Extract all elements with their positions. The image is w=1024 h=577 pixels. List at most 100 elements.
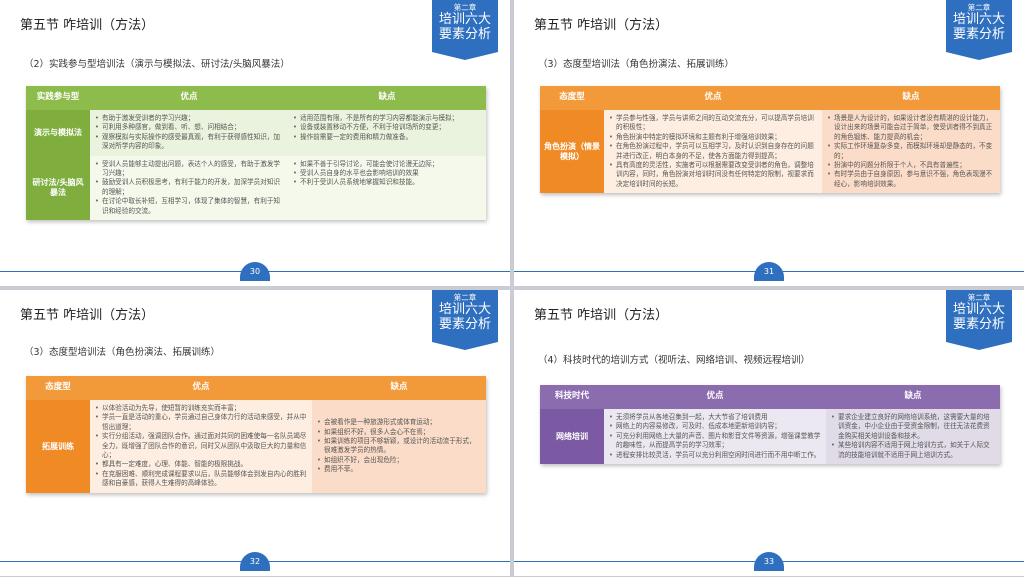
slide-33[interactable]: 第五节 咋培训（方法） 第二章 培训六大 要素分析 （4）科技时代的培训方式（视… bbox=[514, 290, 1024, 576]
pros-cell: 无须将学员从各地召集到一起，大大节省了培训费用 网络上的内容易修改，可及时、低成… bbox=[604, 409, 826, 465]
slide-subtitle: （3）态度型培训法（角色扮演法、拓展训练） bbox=[24, 347, 221, 358]
list-item: 在克服困难、顺利完成课程要求以后，队员能够体会到发自内心的胜利感和自豪感，获得人… bbox=[95, 470, 307, 489]
badge-line2: 要素分析 bbox=[438, 27, 491, 42]
cons-cell: 适用范围有限，不是所有的学习内容都能演示与模拟； 设备或装置移动不方便，不利于培… bbox=[288, 110, 486, 156]
header-category: 实践参与型 bbox=[26, 86, 90, 110]
list-item: 进程安排比较灵活，学员可以充分利用空闲时间进行而不用中断工作。 bbox=[609, 451, 821, 461]
header-pros: 优点 bbox=[90, 376, 312, 400]
page-number: 31 bbox=[754, 262, 784, 281]
pros-cell: 受训人员能够主动提出问题，表达个人的感受，有助于激发学习兴趣； 鼓励受训人员积极… bbox=[90, 155, 288, 221]
header-pros: 优点 bbox=[90, 86, 288, 110]
comparison-table: 态度型 优点 缺点 拓展训练 以体验活动为先导，使短暂的训练充实而丰富； 学员一… bbox=[26, 376, 486, 493]
row-label: 研讨法/头脑风暴法 bbox=[26, 155, 90, 221]
badge-chapter: 第二章 bbox=[967, 293, 991, 302]
list-item: 受训人员能够主动提出问题，表达个人的感受，有助于激发学习兴趣； bbox=[95, 160, 283, 179]
list-item: 都具有一定难度，心理、体能、智能的极限挑战。 bbox=[95, 460, 307, 470]
table-row: 网络培训 无须将学员从各地召集到一起，大大节省了培训费用 网络上的内容易修改，可… bbox=[540, 409, 1000, 465]
badge-line1: 培训六大 bbox=[438, 12, 491, 27]
header-cons: 缺点 bbox=[826, 385, 1000, 409]
list-item: 在讨论中取长补短，互相学习，体现了集体的智慧，有利于知识和经验的交流。 bbox=[95, 197, 283, 216]
list-item: 如果不善于引导讨论，可能会使讨论漫无边际； bbox=[293, 160, 481, 170]
header-category: 态度型 bbox=[540, 86, 604, 110]
cons-cell: 场景是人为设计的，如果设计者没有精湛的设计能力，设计出来的场景可能会过于简单，使… bbox=[822, 110, 1000, 194]
header-cons: 缺点 bbox=[288, 86, 486, 110]
list-item: 可充分利用网络上大量的声音、图片和影音文件等资源，增强课堂教学的趣味性，从而提高… bbox=[609, 432, 821, 451]
list-item: 费用不菲。 bbox=[317, 465, 481, 475]
badge-line2: 要素分析 bbox=[952, 317, 1005, 332]
section-title: 第五节 咋培训（方法） bbox=[20, 18, 155, 33]
badge-line1: 培训六大 bbox=[952, 12, 1005, 27]
badge-line2: 要素分析 bbox=[438, 317, 491, 332]
slide-31[interactable]: 第五节 咋培训（方法） 第二章 培训六大 要素分析 （3）态度型培训法（角色扮演… bbox=[514, 0, 1024, 286]
slide-grid: 第五节 咋培训（方法） 第二章 培训六大 要素分析 （2）实践参与型培训法（演示… bbox=[0, 0, 1024, 577]
list-item: 学员参与性强，学员与讲师之间的互动交流充分，可以提高学员培训的积极性； bbox=[609, 114, 817, 133]
list-item: 如果组织不好，很多人会心不在焉； bbox=[317, 428, 481, 438]
page-number: 32 bbox=[240, 552, 270, 571]
pros-cell: 学员参与性强，学员与讲师之间的互动交流充分，可以提高学员培训的积极性； 角色扮演… bbox=[604, 110, 822, 194]
list-item: 会被看作是一种旅游形式或体育运动； bbox=[317, 418, 481, 428]
section-title: 第五节 咋培训（方法） bbox=[534, 18, 669, 33]
badge-line2: 要素分析 bbox=[952, 27, 1005, 42]
slide-30[interactable]: 第五节 咋培训（方法） 第二章 培训六大 要素分析 （2）实践参与型培训法（演示… bbox=[0, 0, 510, 286]
cons-cell: 如果不善于引导讨论，可能会使讨论漫无边际； 受训人员自身的水平也会影响培训的效果… bbox=[288, 155, 486, 221]
table-row: 研讨法/头脑风暴法 受训人员能够主动提出问题，表达个人的感受，有助于激发学习兴趣… bbox=[26, 155, 486, 221]
section-title: 第五节 咋培训（方法） bbox=[20, 308, 155, 323]
list-item: 在角色扮演过程中，学员可以互相学习，及时认识到自身存在的问题并进行改正，明白本身… bbox=[609, 142, 817, 161]
badge-chapter: 第二章 bbox=[453, 3, 477, 12]
list-item: 设备或装置移动不方便，不利于培训场所的变更； bbox=[293, 123, 481, 133]
list-item: 学员一直是活动的重心，学员通过自己身体力行的活动来感受，并从中悟出道理； bbox=[95, 413, 307, 432]
list-item: 要求企业建立良好的网络培训系统，这需要大量的培训资金，中小企业由于受资金限制，往… bbox=[831, 413, 995, 441]
table-row: 演示与模拟法 有助于激发受训者的学习兴趣； 可利用多种感官，做到看、听、想、问相… bbox=[26, 110, 486, 156]
badge-line1: 培训六大 bbox=[952, 302, 1005, 317]
table-row: 角色扮演（情景模拟） 学员参与性强，学员与讲师之间的互动交流充分，可以提高学员培… bbox=[540, 110, 1000, 194]
list-item: 以体验活动为先导，使短暂的训练充实而丰富； bbox=[95, 404, 307, 414]
list-item: 具有高度的灵活性，实施者可以根据需要改变受训者的角色，调整培训内容，同时，角色扮… bbox=[609, 161, 817, 189]
slide-32[interactable]: 第五节 咋培训（方法） 第二章 培训六大 要素分析 （3）态度型培训法（角色扮演… bbox=[0, 290, 510, 576]
chapter-badge: 第二章 培训六大 要素分析 bbox=[946, 0, 1012, 60]
slide-subtitle: （2）实践参与型培训法（演示与模拟法、研讨法/头脑风暴法） bbox=[24, 59, 290, 70]
header-pros: 优点 bbox=[604, 86, 822, 110]
table-row: 拓展训练 以体验活动为先导，使短暂的训练充实而丰富； 学员一直是活动的重心，学员… bbox=[26, 400, 486, 493]
chapter-badge: 第二章 培训六大 要素分析 bbox=[432, 290, 498, 350]
row-label: 角色扮演（情景模拟） bbox=[540, 110, 604, 194]
header-category: 态度型 bbox=[26, 376, 90, 400]
header-pros: 优点 bbox=[604, 385, 826, 409]
list-item: 场景是人为设计的，如果设计者没有精湛的设计能力，设计出来的场景可能会过于简单，使… bbox=[827, 114, 995, 142]
list-item: 实行分组活动，强调团队合作。通过面对共同的困难使每一名队员竭尽全力，既增强了团队… bbox=[95, 432, 307, 460]
list-item: 实际工作环境复杂多变，而模拟环境却是静态的，不变的； bbox=[827, 142, 995, 161]
list-item: 如果训练的项目不够新颖，或设计的活动流于形式，很难激发学员的热情。 bbox=[317, 437, 481, 456]
cons-cell: 要求企业建立良好的网络培训系统，这需要大量的培训资金，中小企业由于受资金限制，往… bbox=[826, 409, 1000, 465]
cons-cell: 会被看作是一种旅游形式或体育运动； 如果组织不好，很多人会心不在焉； 如果训练的… bbox=[312, 400, 486, 493]
list-item: 有助于激发受训者的学习兴趣； bbox=[95, 114, 283, 124]
chapter-badge: 第二章 培训六大 要素分析 bbox=[432, 0, 498, 60]
list-item: 操作前需要一定的费用和精力做准备。 bbox=[293, 133, 481, 143]
header-cons: 缺点 bbox=[822, 86, 1000, 110]
list-item: 网络上的内容易修改，可及时、低成本地更新培训内容； bbox=[609, 422, 821, 432]
comparison-table: 态度型 优点 缺点 角色扮演（情景模拟） 学员参与性强，学员与讲师之间的互动交流… bbox=[540, 86, 1000, 194]
slide-subtitle: （4）科技时代的培训方式（视听法、网络培训、视频远程培训） bbox=[538, 355, 811, 366]
row-label: 网络培训 bbox=[540, 409, 604, 465]
page-number: 30 bbox=[240, 262, 270, 281]
badge-line1: 培训六大 bbox=[438, 302, 491, 317]
list-item: 可利用多种感官，做到看、听、想、问相结合； bbox=[95, 123, 283, 133]
list-item: 无须将学员从各地召集到一起，大大节省了培训费用 bbox=[609, 413, 821, 423]
row-label: 拓展训练 bbox=[26, 400, 90, 493]
list-item: 鼓励受训人员积极思考，有利于能力的开发，加深学员对知识的理解； bbox=[95, 178, 283, 197]
badge-chapter: 第二章 bbox=[453, 293, 477, 302]
list-item: 某些培训内容不适用于网上培训方式，如关于人际交流的技能培训就不适用于网上培训方式… bbox=[831, 441, 995, 460]
comparison-table: 实践参与型 优点 缺点 演示与模拟法 有助于激发受训者的学习兴趣； 可利用多种感… bbox=[26, 86, 486, 221]
list-item: 有时学员由于自身原因，参与意识不强，角色表现漫不经心，影响培训效果。 bbox=[827, 170, 995, 189]
list-item: 不利于受训人员系统地掌握知识和技能。 bbox=[293, 178, 481, 188]
slide-subtitle: （3）态度型培训法（角色扮演法、拓展训练） bbox=[538, 59, 735, 70]
pros-cell: 以体验活动为先导，使短暂的训练充实而丰富； 学员一直是活动的重心，学员通过自己身… bbox=[90, 400, 312, 493]
badge-chapter: 第二章 bbox=[967, 3, 991, 12]
header-cons: 缺点 bbox=[312, 376, 486, 400]
chapter-badge: 第二章 培训六大 要素分析 bbox=[946, 290, 1012, 350]
header-category: 科技时代 bbox=[540, 385, 604, 409]
comparison-table: 科技时代 优点 缺点 网络培训 无须将学员从各地召集到一起，大大节省了培训费用 … bbox=[540, 385, 1000, 465]
list-item: 如组织不好，会出现危险； bbox=[317, 456, 481, 466]
list-item: 适用范围有限，不是所有的学习内容都能演示与模拟； bbox=[293, 114, 481, 124]
list-item: 角色扮演中特定的模拟环境和主题有利于增强培训效果； bbox=[609, 133, 817, 143]
page-number: 33 bbox=[754, 552, 784, 571]
list-item: 观察模拟与实际操作的感受最真观，有利于获得感性知识，加深对所学内容的印象。 bbox=[95, 133, 283, 152]
